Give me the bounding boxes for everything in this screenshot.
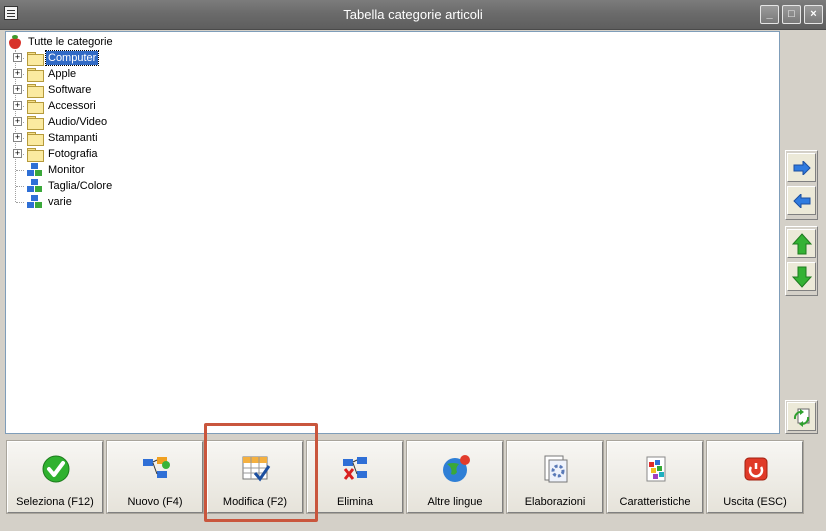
tree-item[interactable]: + Stampanti — [8, 130, 308, 146]
globe-icon — [441, 454, 471, 484]
new-node-icon — [141, 454, 171, 484]
tree-item[interactable]: + Accessori — [8, 98, 308, 114]
tree-branch-line — [16, 186, 24, 187]
tree-item-label: Audio/Video — [48, 116, 108, 128]
tree-item[interactable]: Monitor — [8, 162, 308, 178]
elaborazioni-button[interactable]: Elaborazioni — [506, 440, 604, 514]
tree-item-label: Computer — [44, 50, 100, 66]
arrow-left-icon — [792, 193, 810, 208]
uscita-button[interactable]: Uscita (ESC) — [706, 440, 804, 514]
category-tree[interactable]: Tutte le categorie + Computer + Apple + Softw… — [5, 31, 780, 434]
cubes-icon — [27, 179, 43, 193]
tree-expander[interactable]: + — [13, 117, 22, 126]
close-button[interactable]: × — [804, 5, 823, 24]
minimize-button[interactable]: _ — [760, 5, 779, 24]
button-label: Nuovo (F4) — [127, 496, 183, 508]
tree-item-label: Taglia/Colore — [48, 180, 113, 192]
tree-item-label: Software — [48, 84, 92, 96]
tree-item[interactable]: + Computer — [8, 50, 308, 66]
altre-lingue-button[interactable]: Altre lingue — [406, 440, 504, 514]
tree-expander[interactable]: + — [13, 133, 22, 142]
button-label: Uscita (ESC) — [723, 496, 787, 508]
button-label: Elimina — [336, 496, 374, 508]
tree-item-label: Monitor — [48, 164, 85, 176]
maximize-button[interactable]: □ — [782, 5, 801, 24]
tree-branch-line — [16, 170, 24, 171]
tree-expander[interactable]: + — [13, 85, 22, 94]
tree-item[interactable]: + Apple — [8, 66, 308, 82]
highlight-annotation — [204, 423, 318, 522]
folder-icon — [27, 67, 44, 82]
tree-item-label: Stampanti — [48, 132, 98, 144]
move-left-button[interactable] — [787, 186, 816, 215]
seleziona-button[interactable]: Seleziona (F12) — [6, 440, 104, 514]
tree-item[interactable]: + Software — [8, 82, 308, 98]
arrow-right-icon — [793, 160, 811, 175]
power-icon — [741, 454, 771, 484]
folder-icon — [27, 51, 44, 66]
folder-icon — [27, 131, 44, 146]
button-label: Caratteristiche — [619, 496, 691, 508]
move-up-button[interactable] — [787, 229, 816, 258]
folder-icon — [27, 147, 44, 162]
tree-root[interactable]: Tutte le categorie — [8, 34, 115, 50]
tree-item[interactable]: varie — [8, 194, 308, 210]
elimina-button[interactable]: Elimina — [306, 440, 404, 514]
move-right-button[interactable] — [787, 153, 816, 182]
button-label: Seleziona (F12) — [16, 496, 94, 508]
arrow-down-icon — [791, 266, 812, 288]
folder-icon — [27, 83, 44, 98]
arrow-up-icon — [791, 232, 812, 254]
button-label: Elaborazioni — [524, 496, 586, 508]
move-order-group — [785, 226, 818, 296]
tree-item-label: Fotografia — [48, 148, 98, 160]
tree-expander[interactable]: + — [13, 53, 22, 62]
strawberry-icon — [8, 35, 22, 49]
tree-item[interactable]: + Fotografia — [8, 146, 308, 162]
tree-item-label: varie — [48, 196, 72, 208]
move-level-group — [785, 150, 818, 220]
title-bar: Tabella categorie articoli _ □ × — [0, 0, 826, 30]
process-document-icon — [541, 454, 571, 484]
folder-icon — [27, 99, 44, 114]
cubes-icon — [27, 195, 43, 209]
window-title: Tabella categorie articoli — [343, 7, 483, 22]
tree-root-label: Tutte le categorie — [28, 36, 113, 48]
move-down-button[interactable] — [787, 262, 816, 291]
refresh-group — [785, 400, 818, 434]
features-icon — [641, 454, 671, 484]
delete-node-icon — [341, 454, 371, 484]
folder-icon — [27, 115, 44, 130]
tree-expander[interactable]: + — [13, 149, 22, 158]
tree-expander[interactable]: + — [13, 69, 22, 78]
tree-branch-line — [16, 202, 24, 203]
button-label: Altre lingue — [427, 496, 483, 508]
nuovo-button[interactable]: Nuovo (F4) — [106, 440, 204, 514]
tree-expander[interactable]: + — [13, 101, 22, 110]
tree-item[interactable]: Taglia/Colore — [8, 178, 308, 194]
refresh-document-icon — [793, 408, 809, 427]
tree-item-label: Accessori — [48, 100, 96, 112]
caratteristiche-button[interactable]: Caratteristiche — [606, 440, 704, 514]
cubes-icon — [27, 163, 43, 177]
tree-item[interactable]: + Audio/Video — [8, 114, 308, 130]
refresh-button[interactable] — [787, 402, 816, 431]
tree-item-label: Apple — [48, 68, 77, 80]
check-icon — [41, 454, 71, 484]
